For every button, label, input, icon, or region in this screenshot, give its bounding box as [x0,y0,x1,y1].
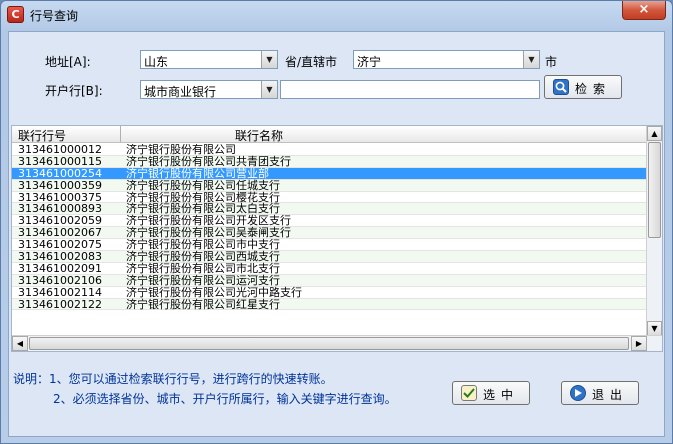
query-window: C 行号查询 × 地址[A]: 山东 ▼ 省/直辖市 济宁 ▼ 市 开户行[B]… [0,0,673,444]
scroll-up-icon[interactable]: ▲ [647,126,662,141]
row-bank-name: 济宁银行股份有限公司任城支行 [126,178,280,192]
address-label: 地址[A]: [45,55,91,69]
header-name[interactable]: 联行名称 [235,127,283,144]
row-bank-name: 济宁银行股份有限公司光河中路支行 [126,285,302,299]
select-button[interactable]: 选中 [452,381,530,405]
row-bank-name: 济宁银行股份有限公司吴泰闸支行 [126,226,291,240]
chevron-down-icon[interactable]: ▼ [261,81,277,98]
row-bank-name: 济宁银行股份有限公司 [126,144,236,156]
scroll-thumb[interactable] [648,142,661,238]
row-bank-name: 济宁银行股份有限公司开发区支行 [126,214,291,228]
table-row[interactable]: 313461002083 济宁银行股份有限公司西城支行 [12,251,648,263]
title-bar[interactable]: C 行号查询 × [1,1,672,29]
row-code: 313461002122 [18,297,102,311]
note-line-2: 2、必须选择省份、城市、开户行所属行，输入关键字进行查询。 [53,392,397,406]
row-bank-name: 济宁银行股份有限公司西城支行 [126,250,280,264]
scroll-left-icon[interactable]: ◀ [12,336,28,351]
client-area: 地址[A]: 山东 ▼ 省/直辖市 济宁 ▼ 市 开户行[B]: 城市商业银行 … [8,31,665,437]
close-button[interactable]: × [622,1,666,20]
row-code: 313461002106 [18,273,102,287]
bank-label: 开户行[B]: [45,84,103,98]
row-code: 313461000893 [18,202,102,216]
row-code: 313461000254 [18,166,102,180]
table-row[interactable]: 313461000254 济宁银行股份有限公司营业部 [12,166,648,180]
row-code: 313461002067 [18,226,102,240]
city-value: 济宁 [357,55,382,69]
scroll-down-icon[interactable]: ▼ [647,321,662,336]
table-row[interactable]: 313461002075 济宁银行股份有限公司市中支行 [12,238,648,252]
horizontal-scrollbar[interactable]: ◀ ▶ [12,335,662,351]
exit-button[interactable]: 退出 [561,381,639,405]
row-bank-name: 济宁银行股份有限公司市北支行 [126,261,280,275]
table-row[interactable]: 313461000115 济宁银行股份有限公司共青团支行 [12,154,648,168]
chevron-down-icon[interactable]: ▼ [261,51,277,68]
row-bank-name: 济宁银行股份有限公司运河支行 [126,273,280,287]
scroll-thumb-horizontal[interactable] [29,337,629,350]
row-bank-name: 济宁银行股份有限公司营业部 [126,166,269,180]
row-code: 313461002083 [18,250,102,264]
exit-button-label: 退出 [591,388,628,402]
row-bank-name: 济宁银行股份有限公司共青团支行 [126,154,291,168]
results-table[interactable]: 联行行号 联行名称 313461000012 济宁银行股份有限公司 31346100… [11,125,663,352]
row-bank-name: 济宁银行股份有限公司红星支行 [126,297,280,311]
search-button-label: 检索 [574,82,611,96]
table-row[interactable]: 313461002122 济宁银行股份有限公司红星支行 [12,297,648,311]
table-row[interactable]: 313461002067 济宁银行股份有限公司吴泰闸支行 [12,226,648,240]
province-value: 山东 [144,55,169,69]
row-bank-name: 济宁银行股份有限公司太白支行 [126,202,280,216]
table-row[interactable]: 313461000012 济宁银行股份有限公司 [12,144,648,156]
row-bank-name: 济宁银行股份有限公司樱花支行 [126,190,280,204]
city-suffix: 市 [545,55,558,69]
chevron-down-icon[interactable]: ▼ [523,51,539,68]
search-button[interactable]: 检索 [544,75,622,99]
scroll-right-icon[interactable]: ▶ [631,336,647,351]
table-row[interactable]: 313461002091 济宁银行股份有限公司市北支行 [12,263,648,275]
vertical-scrollbar[interactable]: ▲ ▼ [646,126,662,336]
province-suffix: 省/直辖市 [285,55,338,69]
table-row[interactable]: 313461002114 济宁银行股份有限公司光河中路支行 [12,287,648,299]
select-button-label: 选中 [482,388,519,402]
window-title: 行号查询 [30,9,79,23]
row-code: 313461000359 [18,178,102,192]
row-code: 313461000115 [18,154,102,168]
row-code: 313461002114 [18,285,102,299]
bank-type-select[interactable]: 城市商业银行 ▼ [140,80,278,99]
note-line-1: 说明：1、您可以通过检索联行行号，进行跨行的快速转账。 [13,372,333,386]
table-row[interactable]: 313461000375 济宁银行股份有限公司樱花支行 [12,192,648,204]
header-code[interactable]: 联行行号 [18,127,66,144]
column-divider[interactable] [120,126,121,142]
table-body: 313461000012 济宁银行股份有限公司 313461000115 济宁银行股份… [12,144,648,336]
table-row[interactable]: 313461000893 济宁银行股份有限公司太白支行 [12,202,648,216]
table-row[interactable]: 313461002059 济宁银行股份有限公司开发区支行 [12,214,648,228]
row-bank-name: 济宁银行股份有限公司市中支行 [126,238,280,252]
row-code: 313461000012 [18,144,102,156]
row-code: 313461002091 [18,261,102,275]
row-code: 313461002059 [18,214,102,228]
table-row[interactable]: 313461002106 济宁银行股份有限公司运河支行 [12,273,648,287]
province-select[interactable]: 山东 ▼ [140,50,278,69]
row-code: 313461002075 [18,238,102,252]
keyword-input[interactable] [280,80,540,99]
bank-type-value: 城市商业银行 [144,85,217,99]
app-logo-icon: C [7,6,24,23]
row-code: 313461000375 [18,190,102,204]
city-select[interactable]: 济宁 ▼ [353,50,540,69]
table-header: 联行行号 联行名称 [12,126,648,143]
table-row[interactable]: 313461000359 济宁银行股份有限公司任城支行 [12,178,648,192]
